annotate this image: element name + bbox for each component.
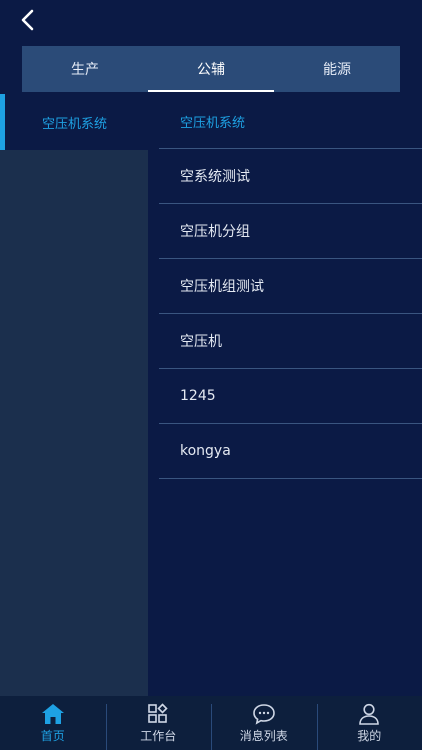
nav-home-label: 首页 (40, 728, 65, 743)
nav-profile-label: 我的 (357, 728, 382, 743)
chevron-left-icon (21, 9, 34, 31)
nav-messages-label: 消息列表 (239, 728, 288, 743)
list-item[interactable]: 空压机 (159, 314, 422, 369)
tab-energy[interactable]: 能源 (274, 46, 400, 92)
user-icon (359, 703, 380, 725)
nav-workbench-label: 工作台 (140, 728, 177, 743)
left-item-air-compressor-system[interactable]: 空压机系统 (0, 94, 148, 150)
left-category-pane: 空压机系统 (0, 94, 148, 696)
list-item[interactable]: 空压机分组 (159, 204, 422, 259)
home-icon (41, 703, 64, 724)
tab-utilities[interactable]: 公辅 (148, 46, 274, 92)
list-item[interactable]: 空压机系统 (159, 94, 422, 149)
back-button[interactable] (14, 6, 42, 34)
list-item[interactable]: 1245 (159, 369, 422, 424)
list-item[interactable]: kongya (159, 424, 422, 479)
nav-profile[interactable]: 我的 (316, 696, 422, 750)
category-tabs: 生产 公辅 能源 (22, 46, 400, 92)
nav-workbench[interactable]: 工作台 (105, 696, 212, 750)
nav-messages[interactable]: 消息列表 (211, 696, 317, 750)
left-item-label: 空压机系统 (42, 116, 108, 132)
list-item[interactable]: 空压机组测试 (159, 259, 422, 314)
app-root: 生产 公辅 能源 空压机系统 空压机系统 空系统测试 空压机分组 空压机组测试 … (0, 0, 422, 750)
workbench-icon (148, 702, 168, 723)
message-icon (252, 703, 275, 725)
tab-production[interactable]: 生产 (22, 46, 148, 92)
right-item-list: 空压机系统 空系统测试 空压机分组 空压机组测试 空压机 1245 kongya (159, 94, 422, 479)
bottom-nav: 首页 工作台 消息列表 我的 (0, 696, 422, 750)
nav-home[interactable]: 首页 (0, 696, 106, 750)
list-item[interactable]: 空系统测试 (159, 149, 422, 204)
